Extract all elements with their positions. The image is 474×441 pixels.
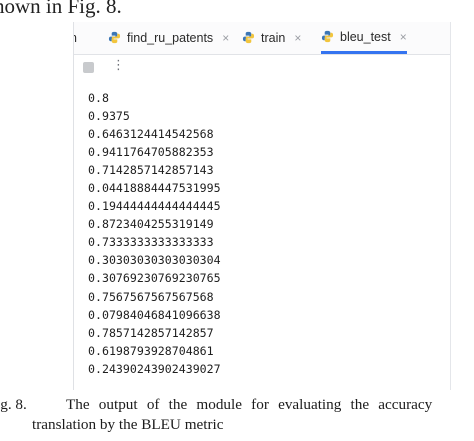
output-line: 0.30303030303030304 bbox=[88, 253, 221, 268]
close-icon[interactable]: × bbox=[400, 30, 407, 44]
tab-partial[interactable]: n bbox=[74, 22, 77, 53]
output-line: 0.8 bbox=[88, 91, 109, 105]
caption-text-line-1: The output of the module for evaluating … bbox=[66, 396, 433, 413]
close-icon[interactable]: × bbox=[294, 31, 301, 45]
output-line: 0.24390243902439027 bbox=[88, 361, 221, 376]
close-icon[interactable]: × bbox=[222, 31, 229, 45]
output-line: 0.30769230769230765 bbox=[88, 271, 221, 286]
output-line: 0.04418884447531995 bbox=[88, 181, 221, 196]
tab-find-ru-patents[interactable]: find_ru_patents × bbox=[108, 22, 229, 53]
stop-square-icon[interactable] bbox=[83, 62, 94, 73]
output-line: 0.8723404255319149 bbox=[88, 217, 214, 232]
tab-label: train bbox=[261, 30, 286, 45]
more-vertical-icon[interactable]: ⋮ bbox=[112, 58, 125, 74]
output-line: 0.7333333333333333 bbox=[88, 235, 214, 250]
caption-text-line-2: translation by the BLEU metric bbox=[32, 416, 224, 433]
output-line: 0.6463124414542568 bbox=[88, 127, 214, 142]
tab-train[interactable]: train × bbox=[242, 22, 301, 53]
python-icon bbox=[242, 31, 255, 44]
python-icon bbox=[321, 30, 334, 43]
tab-label: n bbox=[74, 31, 77, 45]
output-line: 0.19444444444444445 bbox=[88, 199, 221, 214]
tab-bleu-test[interactable]: bleu_test × bbox=[321, 22, 407, 54]
console-output: 0.8 0.9375 0.6463124414542568 0.94117647… bbox=[88, 89, 221, 378]
ide-run-window: n find_ru_patents × train × bleu_test bbox=[73, 22, 451, 390]
output-line: 0.9375 bbox=[88, 109, 130, 124]
output-line: 0.7567567567567568 bbox=[88, 289, 214, 304]
tab-label: find_ru_patents bbox=[127, 30, 214, 45]
figure-label: ig. 8. bbox=[0, 396, 27, 413]
output-line: 0.07984046841096638 bbox=[88, 307, 221, 322]
output-line: 0.7142857142857143 bbox=[88, 163, 214, 178]
output-line: 0.6198793928704861 bbox=[88, 343, 214, 358]
output-line: 0.7857142857142857 bbox=[88, 325, 214, 340]
editor-tab-strip: n find_ru_patents × train × bleu_test bbox=[74, 22, 450, 55]
tab-label: bleu_test bbox=[340, 29, 391, 44]
document-top-caption: hown in Fig. 8. bbox=[0, 0, 122, 18]
run-toolbar: ⋮ bbox=[74, 55, 450, 79]
python-icon bbox=[108, 31, 121, 44]
output-line: 0.9411764705882353 bbox=[88, 145, 214, 160]
